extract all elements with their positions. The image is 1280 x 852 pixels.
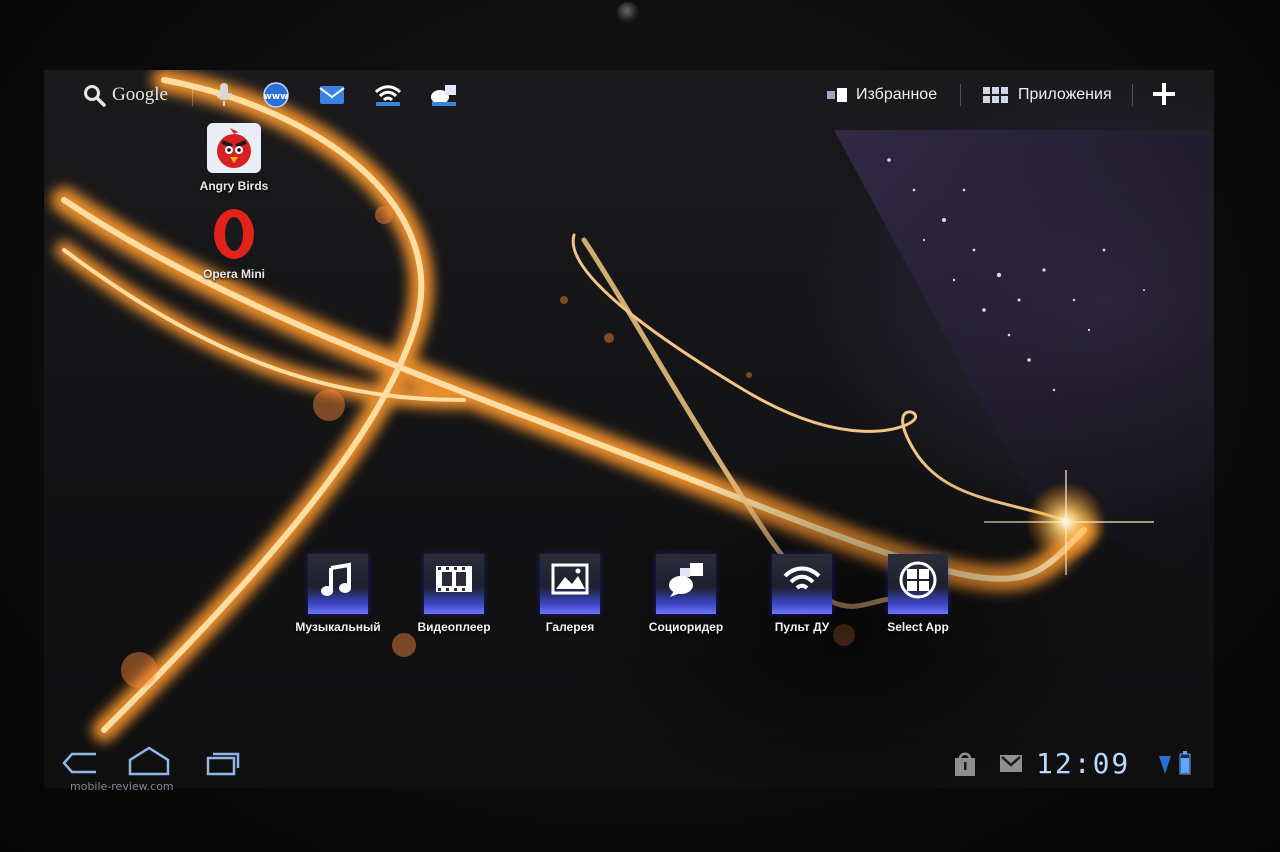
back-icon[interactable]	[60, 746, 100, 780]
gallery-picture-icon	[551, 563, 589, 595]
speech-bubbles-icon	[431, 85, 456, 106]
select-app-icon	[899, 561, 937, 599]
browser-shortcut[interactable]: www	[260, 80, 292, 110]
dock-tile	[656, 554, 716, 614]
dock-label: Видеоплеер	[417, 620, 491, 634]
social-shortcut[interactable]	[428, 80, 460, 110]
wifi-icon	[374, 85, 402, 106]
speech-bubbles-icon	[669, 563, 703, 597]
signal-icon	[1159, 756, 1171, 774]
top-action-bar: Google www Избранное Приложения	[44, 70, 1214, 120]
dock-label: Select App	[887, 620, 949, 634]
search-icon	[84, 85, 106, 107]
dock-tile	[424, 554, 484, 614]
envelope-icon	[319, 86, 345, 104]
wifi-remote-icon	[783, 566, 821, 590]
favorites-icon	[827, 88, 847, 102]
voice-search-button[interactable]	[208, 80, 240, 110]
dock-item-gallery[interactable]: Галерея	[518, 554, 622, 634]
favorites-label: Избранное	[856, 86, 938, 103]
apps-label: Приложения	[1018, 86, 1112, 103]
dock-label: Социоридер	[648, 620, 724, 634]
google-search-button[interactable]: Google	[82, 80, 168, 110]
system-bar: 12:09	[44, 740, 1214, 788]
watermark: mobile-review.com	[70, 780, 174, 793]
clock[interactable]: 12:09	[1036, 747, 1130, 780]
dock-item-music[interactable]: Музыкальный	[286, 554, 390, 634]
battery-icon	[1179, 751, 1191, 775]
opera-mini-icon	[214, 209, 254, 259]
divider	[192, 84, 193, 106]
search-label: Google	[112, 84, 168, 105]
home-screen: Google www Избранное Приложения Angry Bi…	[44, 70, 1214, 788]
dock-item-remote[interactable]: Пульт ДУ	[750, 554, 854, 634]
wifi-settings-shortcut[interactable]	[372, 80, 404, 110]
dock-tile	[888, 554, 948, 614]
add-widget-plus-icon[interactable]	[1150, 80, 1178, 108]
shortcut-opera-mini[interactable]: Opera Mini	[194, 206, 274, 281]
shortcut-label: Opera Mini	[202, 267, 265, 281]
divider	[1132, 84, 1133, 106]
apps-grid-icon	[983, 87, 1008, 103]
dock-item-social-reader[interactable]: Социоридер	[634, 554, 738, 634]
angry-birds-icon	[207, 123, 261, 173]
dock-label: Музыкальный	[295, 620, 381, 634]
email-shortcut[interactable]	[316, 80, 348, 110]
market-bag-icon[interactable]	[952, 750, 978, 778]
gmail-notification-icon[interactable]	[998, 752, 1024, 776]
dock-tile	[308, 554, 368, 614]
dock-tile	[540, 554, 600, 614]
favorites-button[interactable]: Избранное	[826, 82, 937, 108]
microphone-icon	[216, 83, 232, 106]
camera-icon	[617, 2, 639, 24]
dock-item-video[interactable]: Видеоплеер	[402, 554, 506, 634]
dock-label: Галерея	[545, 620, 595, 634]
shortcut-label: Angry Birds	[199, 179, 269, 193]
svg-text:www: www	[264, 92, 289, 102]
divider	[960, 84, 961, 106]
www-globe-icon: www	[263, 82, 289, 108]
film-strip-icon	[436, 566, 472, 592]
recent-apps-icon[interactable]	[204, 748, 242, 778]
home-icon[interactable]	[126, 744, 172, 780]
dock-label: Пульт ДУ	[774, 620, 830, 634]
music-note-icon	[321, 562, 351, 596]
dock-item-select-app[interactable]: Select App	[866, 554, 970, 634]
dock-tile	[772, 554, 832, 614]
apps-button[interactable]: Приложения	[982, 82, 1112, 108]
shortcut-angry-birds[interactable]: Angry Birds	[194, 122, 274, 193]
